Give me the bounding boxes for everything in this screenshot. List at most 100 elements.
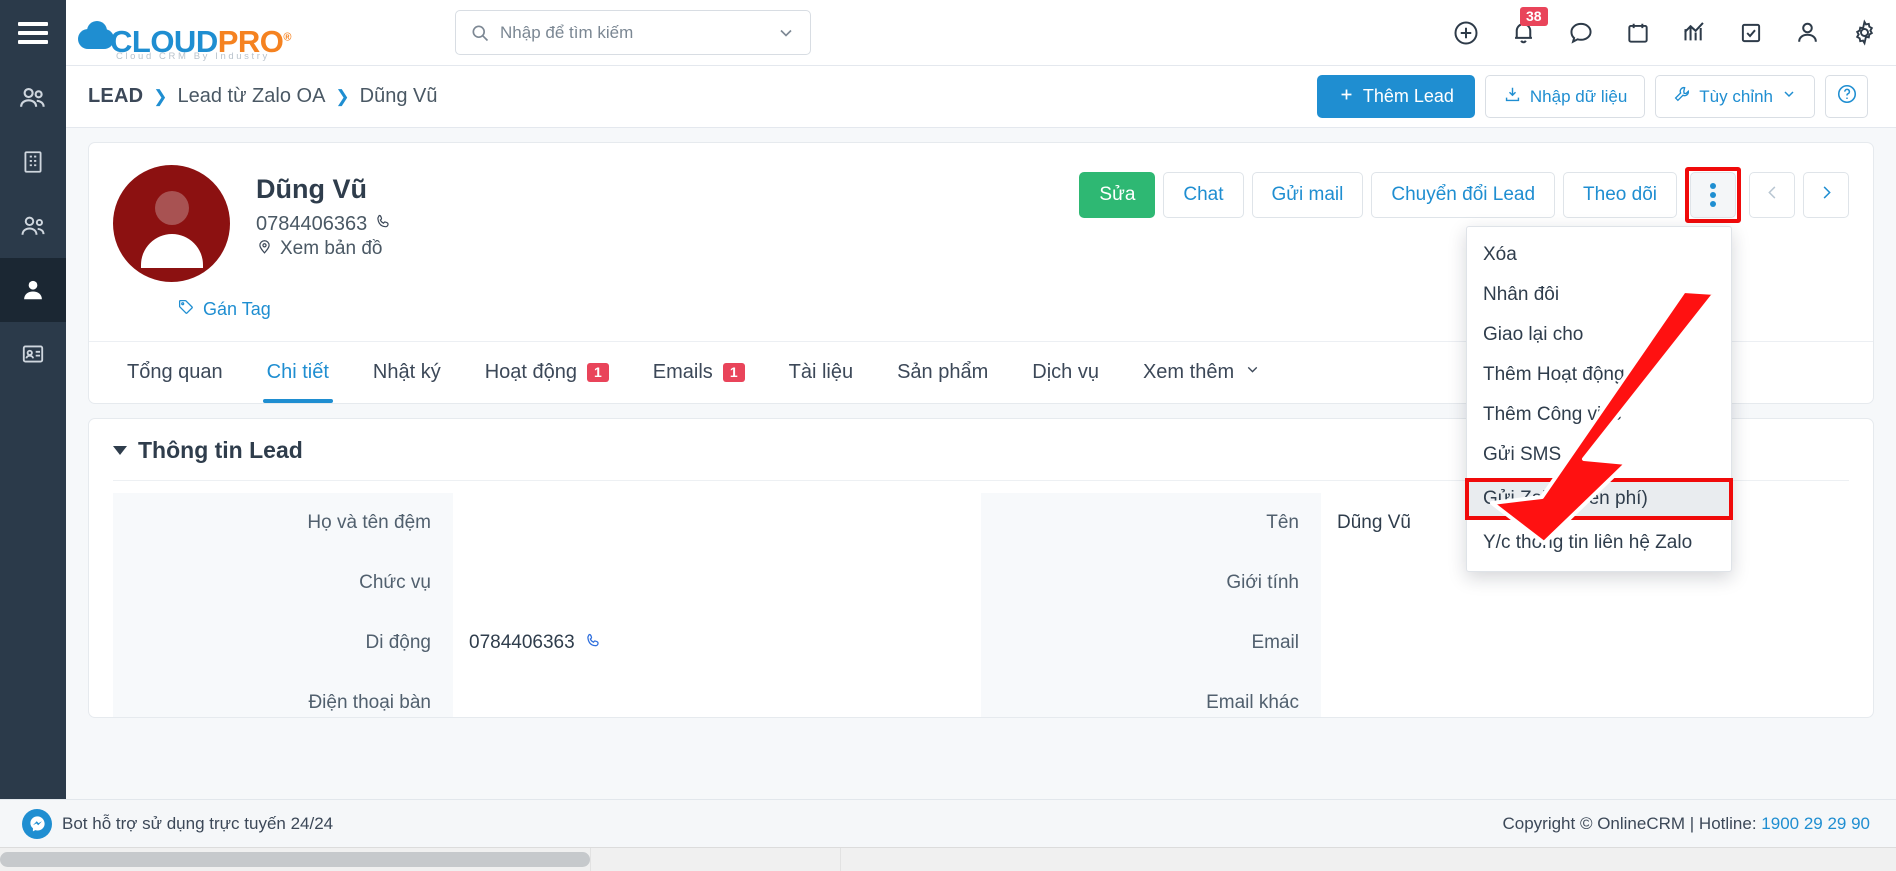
chevron-down-icon — [1244, 361, 1261, 384]
tab-tai-lieu[interactable]: Tài liệu — [767, 342, 875, 403]
sidebar-item-customers[interactable] — [0, 194, 66, 258]
phone-icon[interactable] — [375, 213, 392, 236]
tab-emails[interactable]: Emails 1 — [631, 342, 767, 403]
field-label: Tên — [981, 493, 1321, 553]
field-label: Chức vụ — [113, 553, 453, 613]
task-check-icon[interactable] — [1738, 20, 1764, 46]
tab-xem-them[interactable]: Xem thêm — [1121, 342, 1283, 403]
menu-item-add-task[interactable]: Thêm Công việc — [1467, 395, 1731, 435]
lead-map-label: Xem bản đồ — [280, 238, 383, 260]
more-actions-button[interactable] — [1690, 172, 1736, 218]
tab-hoat-dong[interactable]: Hoạt động 1 — [463, 342, 631, 403]
add-icon[interactable] — [1452, 19, 1480, 47]
tab-count-badge: 1 — [587, 362, 609, 383]
horizontal-scrollbar[interactable] — [0, 847, 1896, 871]
lead-map-link[interactable]: Xem bản đồ — [256, 238, 392, 261]
hotline-number[interactable]: 1900 29 29 90 — [1761, 814, 1870, 833]
tab-nhat-ky[interactable]: Nhật ký — [351, 342, 463, 403]
support-bot-widget[interactable]: Bot hỗ trợ sử dụng trực tuyến 24/24 — [22, 808, 333, 839]
wrench-icon — [1673, 85, 1691, 108]
field-value-mobile[interactable]: 0784406363 — [453, 632, 981, 655]
left-nav-rail — [0, 0, 66, 871]
more-actions-dropdown: Xóa Nhân đôi Giao lại cho Thêm Hoạt động… — [1465, 226, 1733, 572]
follow-button[interactable]: Theo dõi — [1563, 172, 1677, 218]
menu-item-send-zalo[interactable]: Gửi Zalo (miễn phí) — [1465, 478, 1733, 520]
person-icon — [20, 277, 46, 303]
menu-item-request-zalo-contact[interactable]: Y/c thông tin liên hệ Zalo — [1467, 523, 1731, 563]
chevron-left-icon — [1763, 183, 1782, 208]
breadcrumb: LEAD ❯ Lead từ Zalo OA ❯ Dũng Vũ — [88, 85, 438, 108]
field-row: Email — [981, 613, 1849, 673]
plus-icon — [1338, 86, 1355, 108]
hamburger-icon — [18, 17, 48, 49]
sidebar-item-reports[interactable] — [0, 322, 66, 386]
hamburger-menu-button[interactable] — [0, 0, 66, 66]
calendar-icon[interactable] — [1625, 20, 1651, 46]
chevron-right-icon — [1817, 183, 1836, 208]
scrollbar-tick — [840, 848, 841, 871]
sidebar-item-lead[interactable] — [0, 258, 66, 322]
field-label: Email khác — [981, 673, 1321, 717]
logo-registered-mark: ® — [283, 31, 292, 44]
breadcrumb-actions: Thêm Lead Nhập dữ liệu Tùy chỉnh — [1316, 75, 1868, 118]
footer-bar: Bot hỗ trợ sử dụng trực tuyến 24/24 Copy… — [0, 799, 1896, 847]
building-icon — [20, 149, 46, 175]
sidebar-item-contacts[interactable] — [0, 66, 66, 130]
menu-item-reassign[interactable]: Giao lại cho — [1467, 315, 1731, 355]
analytics-icon[interactable] — [1681, 19, 1708, 46]
edit-button[interactable]: Sửa — [1079, 172, 1156, 218]
notification-bell-icon[interactable]: 38 — [1510, 7, 1548, 46]
sidebar-item-company[interactable] — [0, 130, 66, 194]
lead-action-buttons: Sửa Chat Gửi mail Chuyển đổi Lead Theo d… — [1079, 167, 1849, 223]
import-data-label: Nhập dữ liệu — [1529, 86, 1628, 106]
scrollbar-thumb[interactable] — [0, 852, 590, 867]
field-row: Email khác — [981, 673, 1849, 717]
prev-record-button[interactable] — [1749, 172, 1795, 218]
tab-san-pham[interactable]: Sản phẩm — [875, 342, 1010, 403]
tab-label: Tài liệu — [788, 361, 854, 383]
customize-button[interactable]: Tùy chỉnh — [1655, 75, 1815, 118]
tab-tong-quan[interactable]: Tổng quan — [113, 342, 245, 403]
global-search[interactable] — [455, 10, 812, 55]
settings-gear-icon[interactable] — [1851, 19, 1878, 46]
tab-dich-vu[interactable]: Dịch vụ — [1010, 342, 1121, 403]
tab-chi-tiet[interactable]: Chi tiết — [245, 342, 351, 403]
menu-item-duplicate[interactable]: Nhân đôi — [1467, 275, 1731, 315]
lead-info: Dũng Vũ 0784406363 Xem bản đồ — [256, 165, 392, 282]
send-mail-button[interactable]: Gửi mail — [1251, 172, 1364, 218]
convert-lead-button[interactable]: Chuyển đổi Lead — [1371, 172, 1556, 218]
chat-bubble-icon[interactable] — [1567, 19, 1595, 47]
breadcrumb-item-1[interactable]: Lead từ Zalo OA — [178, 85, 326, 108]
menu-item-send-sms[interactable]: Gửi SMS — [1467, 435, 1731, 475]
menu-item-add-activity[interactable]: Thêm Hoạt động — [1467, 355, 1731, 395]
chevron-down-icon — [1781, 86, 1797, 107]
group-users-icon — [18, 83, 48, 113]
panel-title-label: Thông tin Lead — [138, 437, 303, 463]
field-label: Di động — [113, 613, 453, 673]
id-card-icon — [20, 341, 46, 367]
user-account-icon[interactable] — [1794, 19, 1821, 46]
chevron-down-icon[interactable] — [776, 23, 796, 43]
location-pin-icon — [256, 238, 273, 261]
phone-icon[interactable] — [585, 632, 602, 655]
notification-badge: 38 — [1520, 7, 1548, 27]
cloud-logo-icon — [78, 20, 114, 51]
app-logo[interactable]: CLOUDPRO® Cloud CRM By Industry — [78, 9, 292, 62]
next-record-button[interactable] — [1803, 172, 1849, 218]
breadcrumb-item-2[interactable]: Dũng Vũ — [360, 85, 438, 108]
logo-tagline: Cloud CRM By Industry — [116, 50, 270, 62]
chat-button[interactable]: Chat — [1163, 172, 1244, 218]
top-bar-icons: 38 — [1452, 7, 1878, 47]
help-button[interactable] — [1825, 75, 1868, 118]
avatar — [113, 165, 230, 282]
breadcrumb-separator-icon: ❯ — [335, 86, 350, 106]
menu-item-delete[interactable]: Xóa — [1467, 235, 1731, 275]
scrollbar-tick — [590, 848, 591, 871]
add-lead-button[interactable]: Thêm Lead — [1316, 75, 1475, 118]
import-data-button[interactable]: Nhập dữ liệu — [1484, 75, 1646, 118]
breadcrumb-root[interactable]: LEAD — [88, 85, 143, 108]
users-icon — [19, 212, 47, 240]
search-input[interactable] — [500, 22, 777, 43]
kebab-menu-icon — [1710, 183, 1716, 207]
field-row: Họ và tên đệm — [113, 493, 981, 553]
